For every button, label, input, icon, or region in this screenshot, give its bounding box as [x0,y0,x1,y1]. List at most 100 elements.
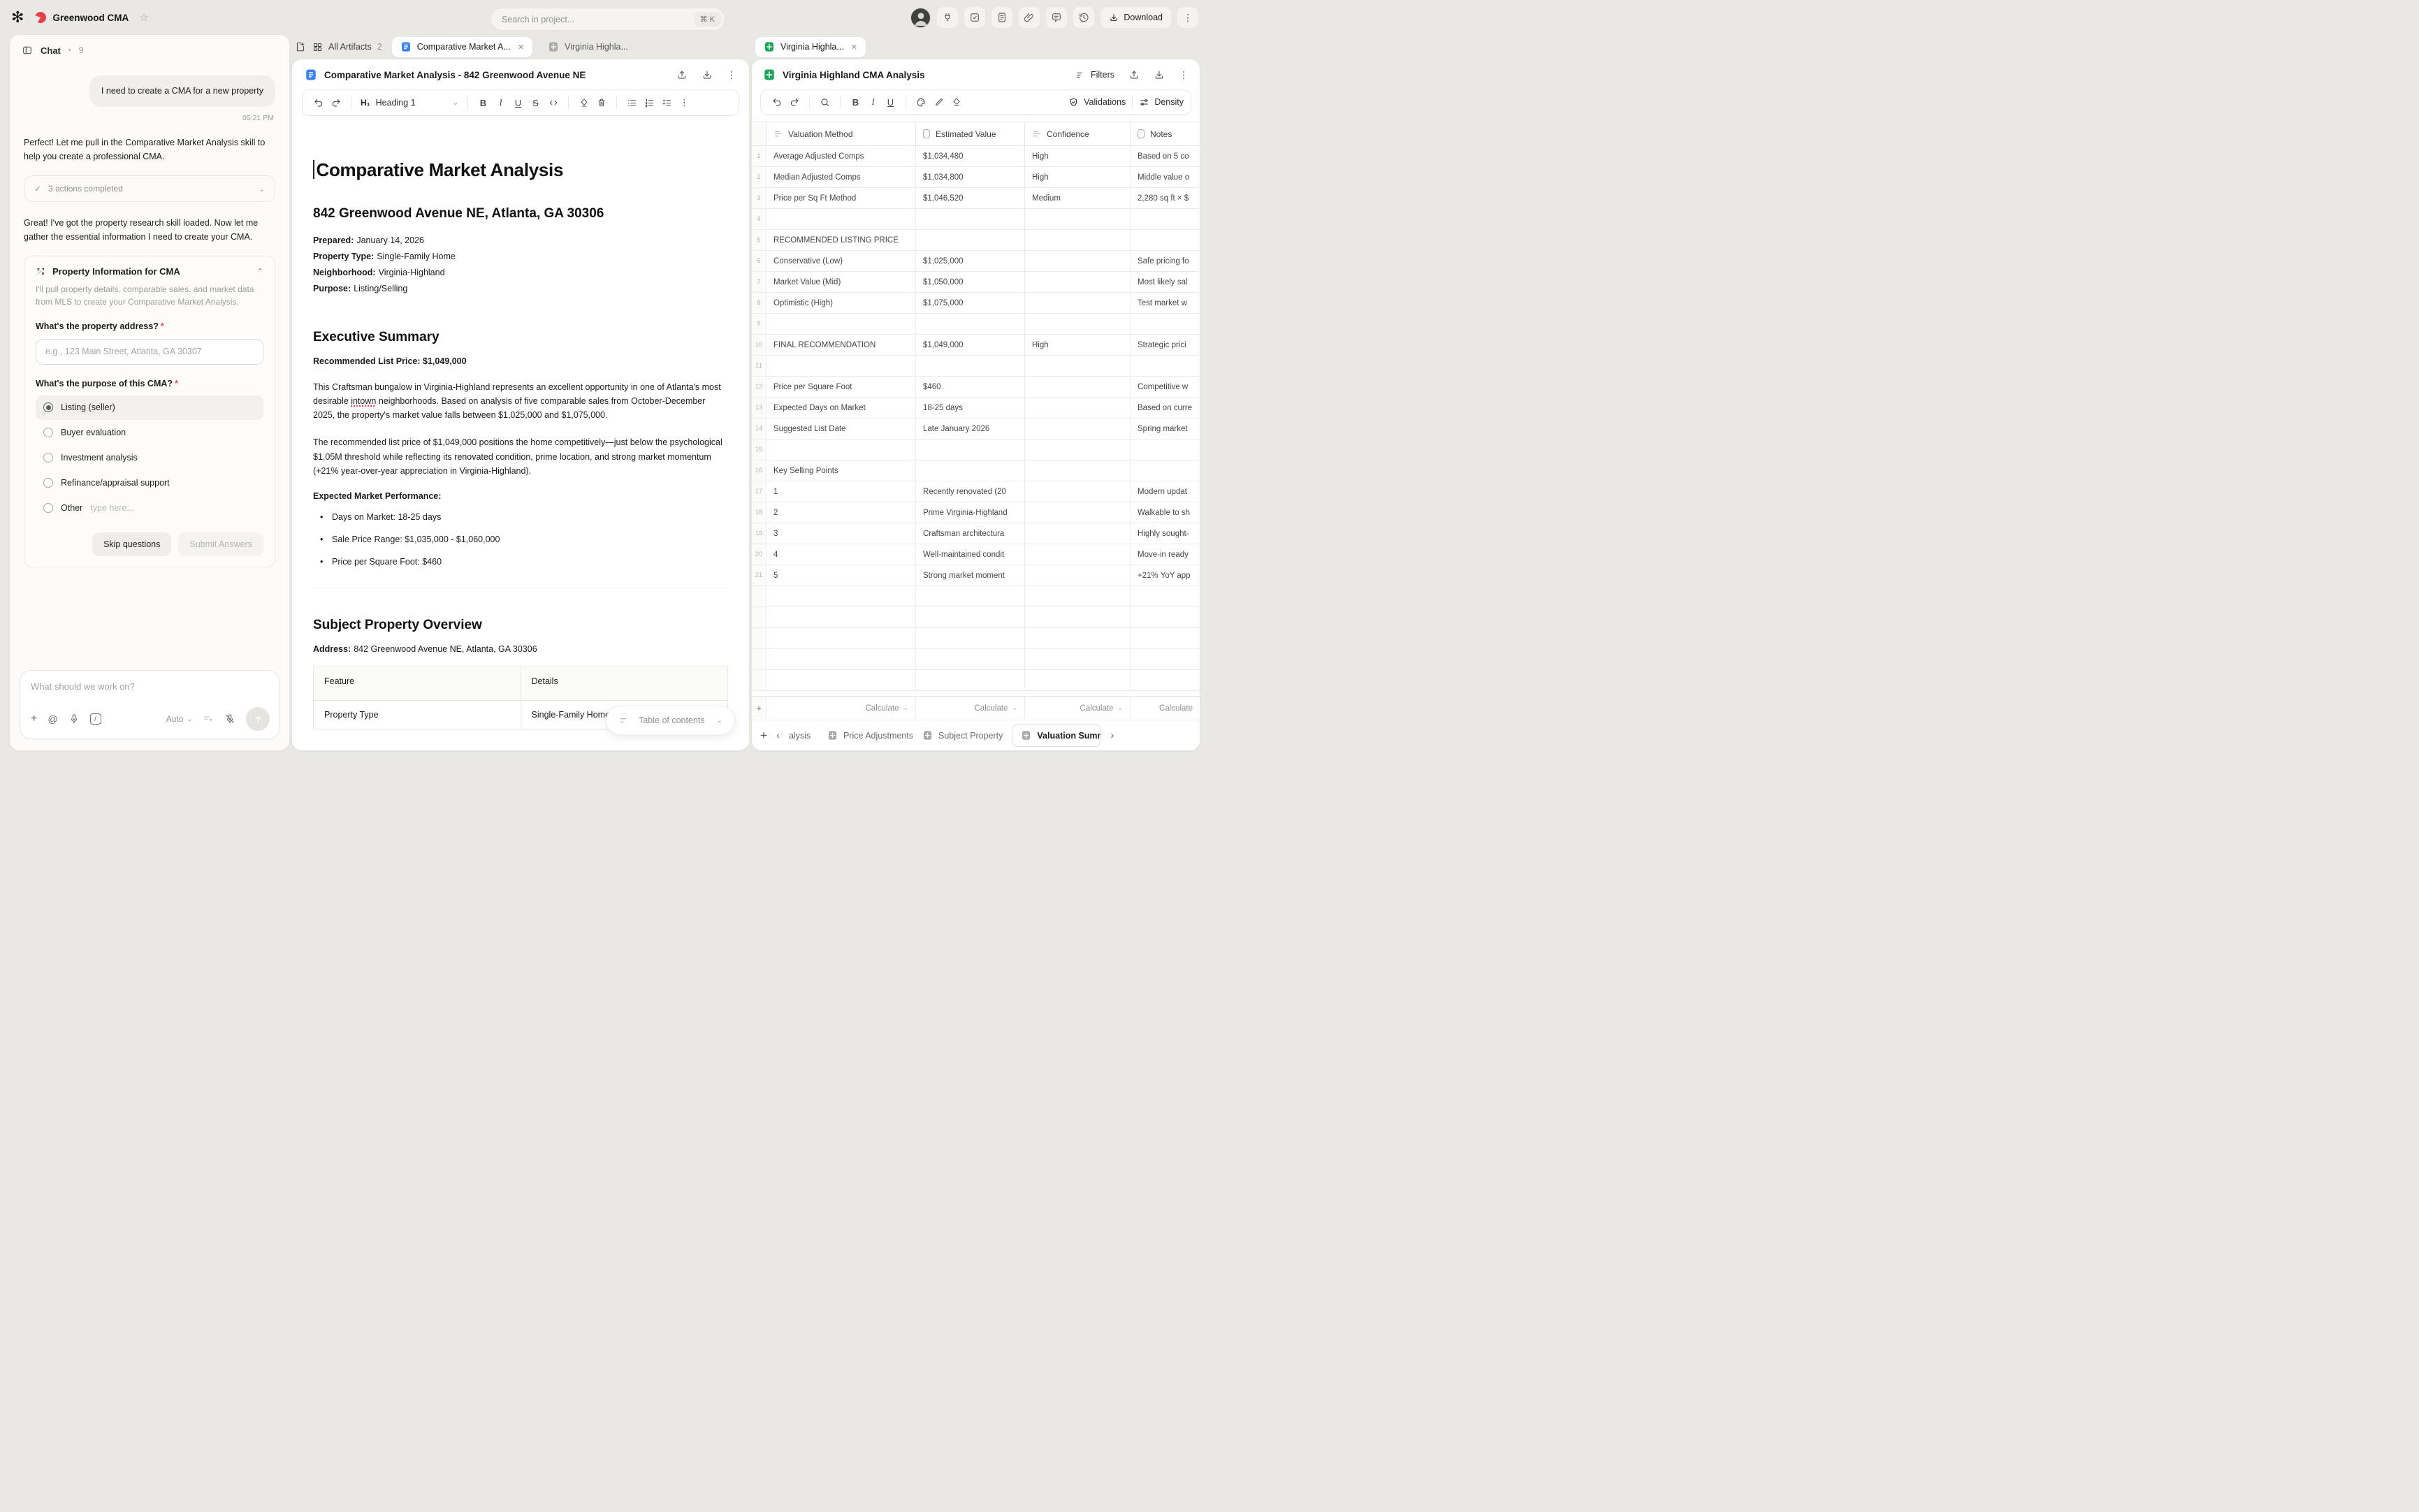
cell-estimated-value[interactable]: $1,046,520 [915,188,1024,208]
sheet-tab-analysis[interactable]: alysis [789,731,818,741]
calculate-dropdown[interactable]: Calculate [1130,697,1200,720]
delete-button[interactable] [593,94,610,112]
cell-valuation-method[interactable] [766,439,915,460]
cell-estimated-value[interactable]: $1,034,480 [915,146,1024,166]
pen-button[interactable] [930,93,947,111]
cell-confidence[interactable] [1024,251,1130,271]
cell-notes[interactable] [1130,314,1200,334]
cell-estimated-value[interactable] [915,356,1024,376]
cell-estimated-value[interactable] [915,209,1024,229]
density-button[interactable]: Density [1139,97,1184,108]
sheet-tab-subject-property[interactable]: Subject Property [922,730,1003,741]
row-number[interactable]: 5 [752,230,766,250]
cell-confidence[interactable] [1024,377,1130,397]
row-number[interactable]: 4 [752,209,766,229]
cell-notes[interactable]: Middle value o [1130,167,1200,187]
italic-button[interactable]: I [864,93,882,111]
row-number[interactable]: 9 [752,314,766,334]
cell-notes[interactable] [1130,670,1200,690]
star-icon[interactable]: ☆ [139,11,148,24]
cell-estimated-value[interactable]: Strong market moment [915,565,1024,586]
row-number[interactable] [752,628,766,648]
row-number[interactable]: 7 [752,272,766,292]
radio-icon[interactable] [43,428,53,437]
tab-virginia-highland-sheet[interactable]: Virginia Highla... ✕ [755,36,866,58]
cell-estimated-value[interactable]: $1,025,000 [915,251,1024,271]
row-number[interactable] [752,586,766,606]
row-number[interactable]: 16 [752,460,766,481]
row-number[interactable] [752,649,766,669]
cell-confidence[interactable] [1024,439,1130,460]
cell-estimated-value[interactable] [915,230,1024,250]
history-button[interactable] [1073,7,1094,28]
row-number[interactable]: 1 [752,146,766,166]
cell-confidence[interactable] [1024,670,1130,690]
row-number[interactable]: 12 [752,377,766,397]
italic-button[interactable]: I [492,94,509,112]
add-row-button[interactable]: + [752,697,766,720]
more-menu-icon[interactable]: ⋮ [727,69,736,81]
tasks-button[interactable] [964,7,985,28]
cell-valuation-method[interactable]: RECOMMENDED LISTING PRICE [766,230,915,250]
mention-button[interactable]: @ [48,713,57,725]
row-number[interactable]: 11 [752,356,766,376]
cell-confidence[interactable]: High [1024,167,1130,187]
cell-estimated-value[interactable]: $1,034,800 [915,167,1024,187]
row-number[interactable]: 21 [752,565,766,586]
code-button[interactable] [544,94,562,112]
checklist-button[interactable] [658,94,676,112]
cell-estimated-value[interactable] [915,607,1024,627]
sidebar-toggle-icon[interactable] [22,45,33,56]
cell-estimated-value[interactable]: Craftsman architectura [915,523,1024,544]
cell-valuation-method[interactable]: Median Adjusted Comps [766,167,915,187]
cell-valuation-method[interactable] [766,209,915,229]
actions-completed-toggle[interactable]: ✓ 3 actions completed ⌄ [24,175,275,202]
cell-confidence[interactable] [1024,523,1130,544]
cell-confidence[interactable]: High [1024,335,1130,355]
cell-confidence[interactable] [1024,460,1130,481]
cell-valuation-method[interactable]: Price per Square Foot [766,377,915,397]
column-header-estimated-value[interactable]: Estimated Value [915,122,1024,145]
fill-color-button[interactable] [913,93,930,111]
cell-notes[interactable]: 2,280 sq ft × $ [1130,188,1200,208]
cell-notes[interactable] [1130,209,1200,229]
row-number[interactable]: 10 [752,335,766,355]
avatar[interactable] [910,8,931,28]
cell-estimated-value[interactable] [915,460,1024,481]
model-mode-select[interactable]: Auto ⌄ [166,714,192,724]
calculate-dropdown[interactable]: Calculate⌄ [915,697,1024,720]
slash-command-button[interactable]: / [90,713,101,725]
block-style-select[interactable]: H₁ Heading 1 ⌄ [358,98,461,108]
cell-valuation-method[interactable] [766,607,915,627]
cell-estimated-value[interactable] [915,628,1024,648]
dictate-icon[interactable] [68,713,80,725]
cell-estimated-value[interactable] [915,670,1024,690]
close-icon[interactable]: ✕ [851,43,857,52]
row-number[interactable]: 18 [752,502,766,523]
bold-button[interactable]: B [474,94,492,112]
clear-format-button[interactable] [947,93,965,111]
row-number[interactable]: 14 [752,419,766,439]
download-icon[interactable] [1154,69,1165,80]
cell-valuation-method[interactable]: 3 [766,523,915,544]
tab-comparative-market-analysis[interactable]: Comparative Market A... ✕ [391,36,533,58]
row-number[interactable]: 17 [752,481,766,502]
row-number[interactable]: 15 [752,439,766,460]
cell-estimated-value[interactable] [915,314,1024,334]
cell-valuation-method[interactable]: Expected Days on Market [766,398,915,418]
cell-confidence[interactable] [1024,649,1130,669]
cell-confidence[interactable] [1024,502,1130,523]
property-info-card-header[interactable]: Property Information for CMA ⌃ [36,266,263,277]
cell-valuation-method[interactable] [766,356,915,376]
radio-icon[interactable] [43,453,53,463]
cell-confidence[interactable] [1024,356,1130,376]
cell-estimated-value[interactable]: $460 [915,377,1024,397]
chevron-up-icon[interactable]: ⌃ [257,267,263,276]
row-number[interactable]: 8 [752,293,766,313]
tab-virginia-highland[interactable]: Virginia Highla... [539,36,637,58]
strikethrough-button[interactable]: S [527,94,544,112]
cell-valuation-method[interactable]: Conservative (Low) [766,251,915,271]
all-artifacts-button[interactable]: All Artifacts 2 [312,42,382,52]
cell-confidence[interactable] [1024,293,1130,313]
chevron-right-icon[interactable]: › [1110,729,1114,741]
